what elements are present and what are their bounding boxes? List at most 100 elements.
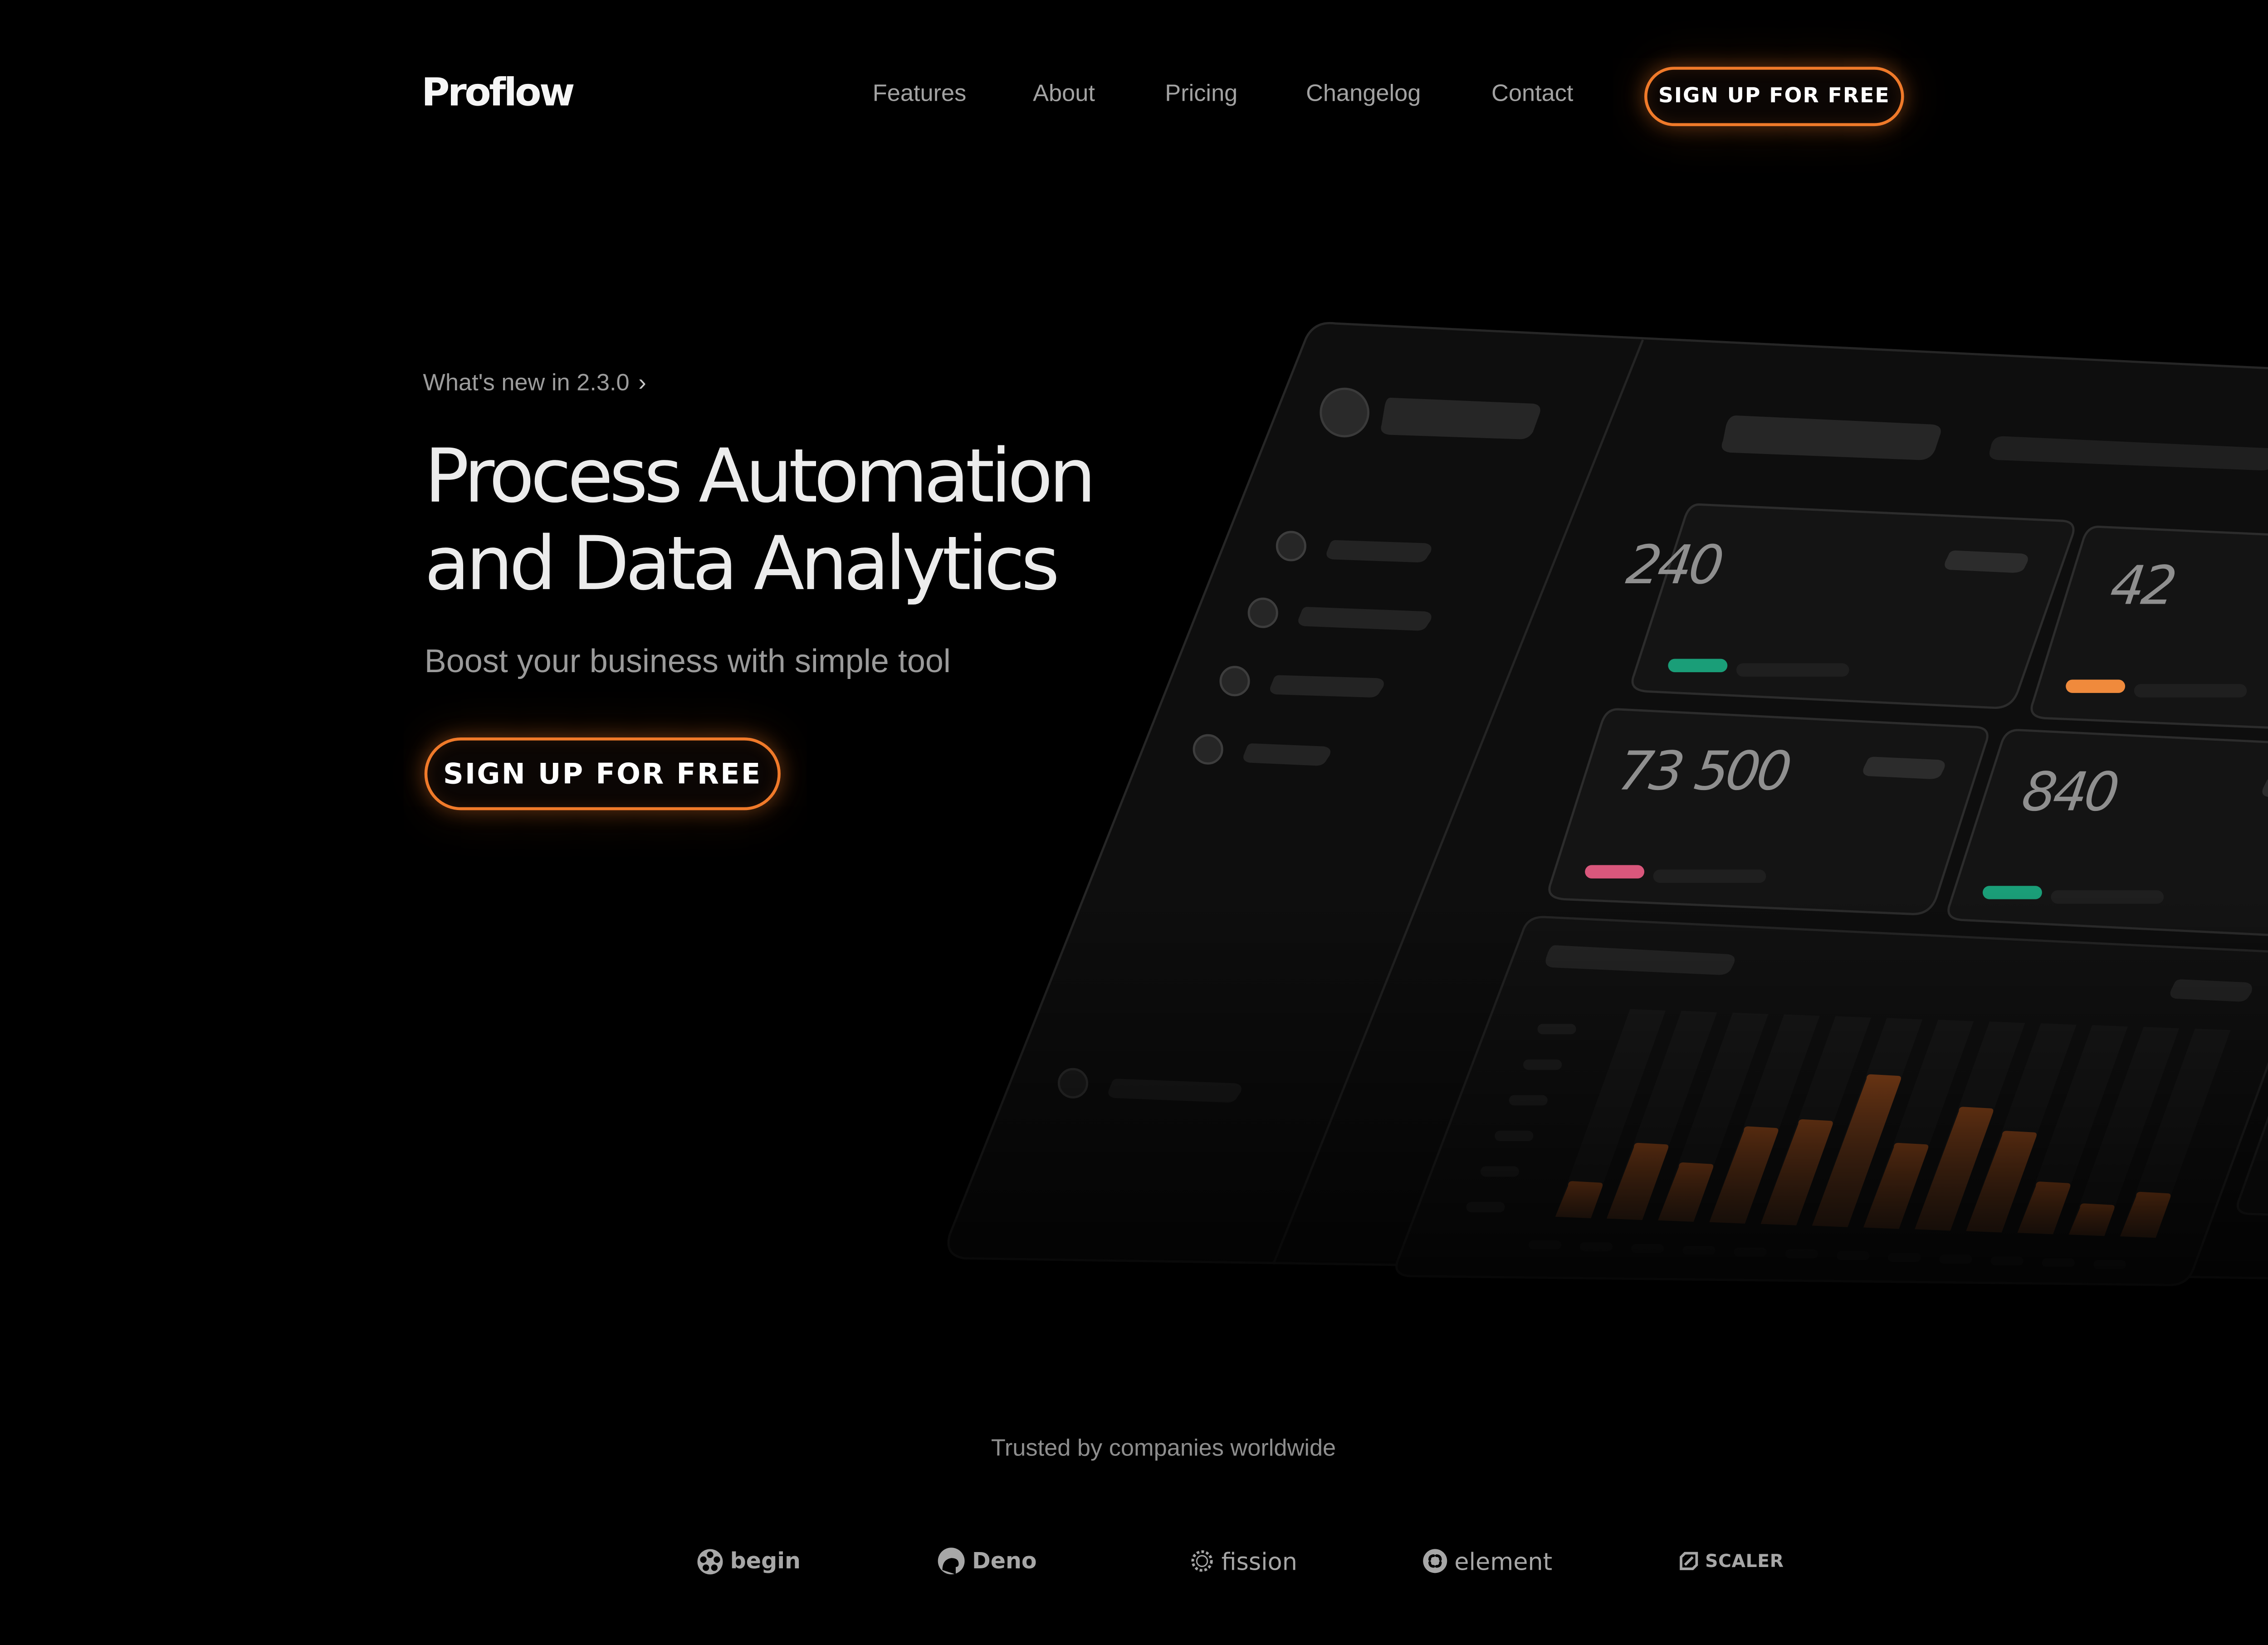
- brand-name: Deno: [972, 1547, 1037, 1575]
- menu-dot: [1219, 666, 1250, 697]
- chart-track: [1863, 1020, 1974, 1229]
- dashboard-frame: [947, 322, 2268, 1279]
- dashboard-illustration: 240 42 73 500 840: [0, 0, 2268, 1645]
- chevron-right-icon: ›: [638, 371, 646, 396]
- chart-bar: [1760, 1119, 1833, 1225]
- chart-bar: [1915, 1107, 1994, 1231]
- x-tick-placeholder: [1837, 1251, 1870, 1260]
- brand-name: element: [1454, 1547, 1553, 1575]
- x-tick-placeholder: [1785, 1249, 1818, 1259]
- brand-scaler[interactable]: SCALER: [1678, 1543, 1784, 1579]
- chart-bar: [1812, 1074, 1901, 1227]
- nav-contact[interactable]: Contact: [1491, 80, 1573, 110]
- landing-page: Proflow Features About Pricing Changelog…: [0, 0, 2268, 1645]
- hero-title-line1: Process Automation: [424, 433, 1096, 520]
- menu-line: [1243, 743, 1331, 766]
- header-signup-button[interactable]: SIGN UP FOR FREE: [1644, 67, 1904, 127]
- hero-title-line2: and Data Analytics: [424, 521, 1060, 607]
- chart-card: 4: [1395, 916, 2268, 1286]
- y-tick-placeholder: [1509, 1095, 1548, 1106]
- chart-track: [1915, 1021, 2025, 1231]
- chart-track: [2120, 1028, 2231, 1238]
- brand-name: begin: [730, 1547, 801, 1575]
- whats-new-label: What's new in 2.3.0: [423, 371, 630, 396]
- menu-dot: [1057, 1068, 1088, 1098]
- hero-title: Process Automation and Data Analytics: [424, 433, 1096, 608]
- kpi-indicator: [1982, 886, 2042, 899]
- chart-bar: [1606, 1142, 1669, 1220]
- brand-fission[interactable]: fission: [1189, 1543, 1297, 1579]
- brand-name: SCALER: [1705, 1550, 1784, 1572]
- kpi-indicator: [2066, 679, 2126, 693]
- menu-line: [1298, 607, 1432, 631]
- menu-dot: [1247, 597, 1278, 628]
- chart-bar: [2017, 1181, 2071, 1235]
- scaler-logo-icon: [1680, 1552, 1698, 1570]
- whats-new-link[interactable]: What's new in 2.3.0 ›: [423, 371, 646, 398]
- kpi-card: 240: [1623, 503, 2075, 709]
- sidebar-mock: [1057, 387, 1540, 1103]
- x-tick-placeholder: [1580, 1242, 1613, 1251]
- y-tick-placeholder: [1466, 1202, 1505, 1212]
- kpi-card: 42: [2030, 525, 2268, 729]
- brand-begin[interactable]: begin: [696, 1543, 801, 1579]
- nav-pricing[interactable]: Pricing: [1165, 80, 1237, 110]
- x-tick-placeholder: [1682, 1245, 1716, 1255]
- y-tick-placeholder: [1495, 1131, 1534, 1141]
- hero-signup-button[interactable]: SIGN UP FOR FREE: [424, 737, 781, 810]
- x-tick-placeholder: [1888, 1253, 1921, 1262]
- element-logo-icon: [1423, 1549, 1447, 1573]
- chart-track: [1966, 1023, 2077, 1233]
- search-placeholder: [1989, 436, 2268, 471]
- kpi-indicator: [1668, 659, 1728, 673]
- fission-logo-icon: [1191, 1550, 1213, 1572]
- chart-bar: [1555, 1181, 1603, 1219]
- logo[interactable]: Proflow: [421, 71, 575, 116]
- chart-track: [2068, 1027, 2180, 1236]
- x-tick-placeholder: [2093, 1260, 2126, 1269]
- chart-bar: [1709, 1126, 1779, 1224]
- chart-track: [1658, 1012, 1769, 1222]
- trusted-label: Trusted by companies worldwide: [991, 1436, 1336, 1462]
- menu-line: [1326, 540, 1432, 562]
- menu-dot: [1276, 531, 1306, 561]
- hero-subtitle: Boost your business with simple tool: [424, 642, 951, 680]
- brand-element[interactable]: element: [1422, 1543, 1552, 1579]
- x-tick-placeholder: [1939, 1254, 1972, 1264]
- y-tick-placeholder: [1523, 1059, 1562, 1070]
- chart-bar: [2068, 1203, 2115, 1236]
- chart-track: [1555, 1009, 1666, 1219]
- chart-bar: [1966, 1131, 2037, 1233]
- y-tick-placeholder: [1537, 1024, 1576, 1035]
- menu-dot: [1193, 734, 1223, 765]
- brand-deno[interactable]: Deno: [936, 1543, 1037, 1579]
- nav-features[interactable]: Features: [873, 80, 967, 110]
- x-tick-placeholder: [1631, 1244, 1664, 1253]
- nav-changelog[interactable]: Changelog: [1306, 80, 1421, 110]
- chart-bar: [1658, 1162, 1714, 1222]
- x-tick-placeholder: [1528, 1240, 1561, 1250]
- sidebar-divider: [1272, 339, 1644, 1265]
- kpi-value: 240: [1623, 533, 1725, 596]
- avatar: [1320, 387, 1369, 438]
- x-tick-placeholder: [1734, 1247, 1767, 1257]
- header-placeholder: [1721, 415, 1941, 460]
- begin-logo-icon: [697, 1548, 723, 1574]
- kpi-card: 73 500: [1548, 708, 1989, 915]
- dashboard-mockup: 240 42 73 500 840: [890, 322, 2268, 1306]
- chart-bar: [1863, 1142, 1929, 1229]
- menu-line: [1270, 675, 1384, 698]
- chart-track: [1760, 1016, 1871, 1225]
- chart-track: [1709, 1014, 1820, 1224]
- chart-track: [1606, 1010, 1717, 1220]
- sidebar-title-placeholder: [1381, 397, 1540, 439]
- x-tick-placeholder: [1990, 1256, 2024, 1266]
- x-tick-placeholder: [2042, 1258, 2075, 1268]
- brand-name: fission: [1221, 1547, 1297, 1575]
- deno-logo-icon: [938, 1547, 965, 1575]
- y-tick-placeholder: [1480, 1166, 1519, 1177]
- kpi-value: 73 500: [1615, 740, 1793, 802]
- nav-about[interactable]: About: [1033, 80, 1095, 110]
- kpi-value: 840: [2019, 761, 2121, 823]
- kpi-card: 840: [1947, 729, 2268, 936]
